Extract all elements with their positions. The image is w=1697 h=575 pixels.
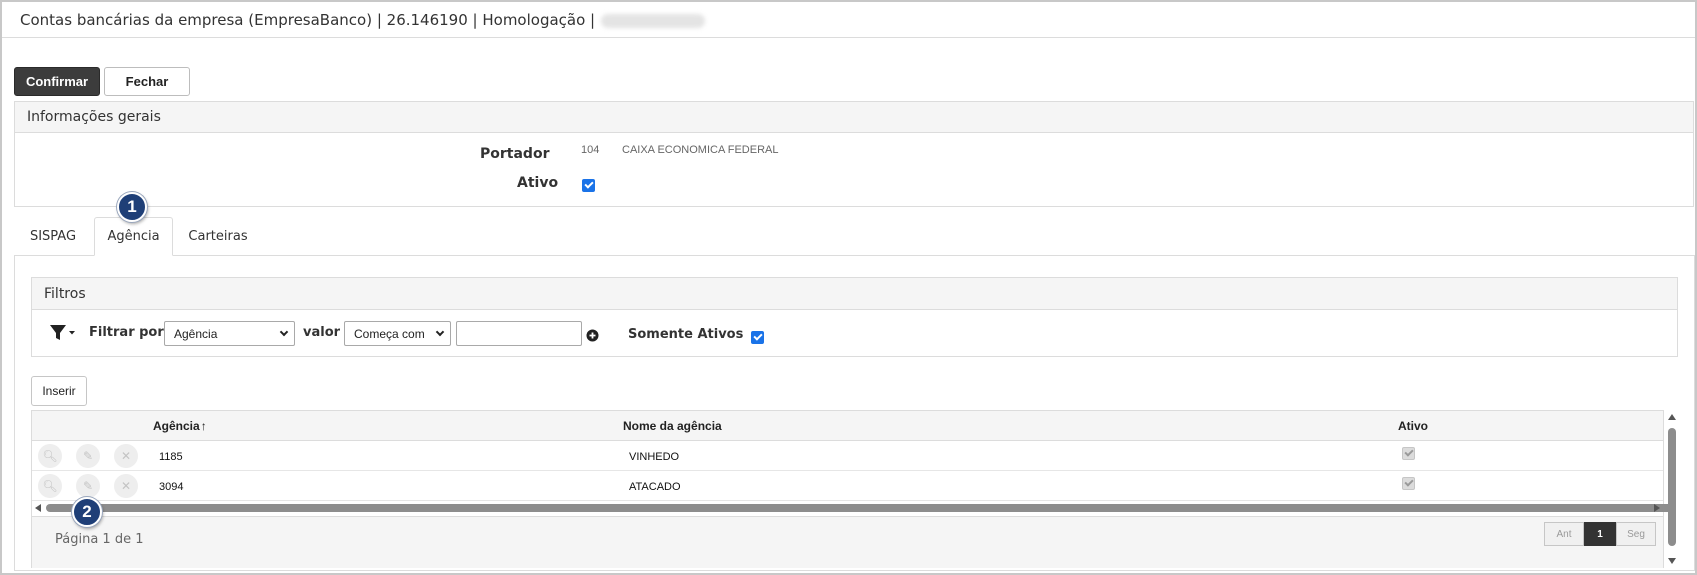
page-1-button[interactable]: 1: [1584, 522, 1616, 546]
scroll-up-icon[interactable]: [1668, 414, 1676, 420]
filter-by-value: Agência: [174, 326, 218, 341]
portador-label: Portador: [480, 146, 550, 162]
table-row[interactable]: 🔍︎ ✎ ✕ 1185 VINHEDO: [32, 441, 1663, 471]
horizontal-scroll-thumb[interactable]: [46, 504, 1673, 512]
edit-icon[interactable]: ✎: [76, 474, 100, 498]
grid-footer: Página 1 de 1: [32, 516, 1663, 568]
plus-circle-icon[interactable]: [586, 327, 599, 342]
cell-ativo-checkbox: [1402, 447, 1415, 460]
only-active-checkbox[interactable]: [751, 331, 764, 344]
horizontal-scrollbar[interactable]: [32, 501, 1673, 515]
column-header-agencia-label: Agência: [153, 419, 200, 433]
operator-value: Começa com: [354, 326, 425, 341]
scroll-left-icon[interactable]: [35, 504, 41, 512]
vertical-scroll-thumb[interactable]: [1668, 428, 1676, 546]
portador-name: CAIXA ECONOMICA FEDERAL: [622, 144, 779, 156]
cell-ativo-checkbox: [1402, 477, 1415, 490]
title-bar: Contas bancárias da empresa (EmpresaBanc…: [2, 2, 1695, 38]
filter-icon[interactable]: [49, 323, 77, 343]
edit-icon[interactable]: ✎: [76, 444, 100, 468]
close-button[interactable]: Fechar: [104, 67, 190, 96]
vertical-scrollbar[interactable]: [1664, 410, 1682, 568]
page-info: Página 1 de 1: [55, 532, 144, 547]
delete-icon[interactable]: ✕: [114, 444, 138, 468]
insert-button[interactable]: Inserir: [31, 376, 87, 406]
cell-agencia: 1185: [159, 451, 183, 463]
general-info-panel: Informações gerais: [14, 101, 1694, 207]
general-info-header: Informações gerais: [15, 102, 1693, 133]
scroll-down-icon[interactable]: [1668, 558, 1676, 564]
portador-code: 104: [581, 144, 600, 156]
next-page-button[interactable]: Seg: [1616, 522, 1656, 546]
cell-nome: ATACADO: [629, 481, 681, 493]
operator-select[interactable]: Começa com: [344, 321, 451, 346]
table-row[interactable]: 🔍︎ ✎ ✕ 3094 ATACADO: [32, 471, 1663, 501]
cell-nome: VINHEDO: [629, 451, 680, 463]
only-active-label: Somente Ativos: [628, 327, 744, 342]
annotation-badge-2: 2: [72, 497, 102, 527]
redacted-block: [601, 13, 706, 28]
filter-value-input[interactable]: [456, 321, 582, 346]
annotation-badge-1: 1: [117, 192, 147, 222]
window-title-text: Contas bancárias da empresa (EmpresaBanc…: [20, 11, 596, 29]
filter-by-select[interactable]: Agência: [164, 321, 295, 346]
filter-by-label: Filtrar por: [89, 325, 164, 340]
agency-grid: Agência↑ Nome da agência Ativo 🔍︎ ✎ ✕ 11…: [31, 410, 1673, 568]
sort-up-icon: ↑: [200, 419, 207, 433]
tab-sispag[interactable]: SISPAG: [20, 217, 86, 256]
pagination: Ant 1 Seg: [1544, 522, 1656, 546]
search-icon[interactable]: 🔍︎: [38, 474, 62, 498]
chevron-down-icon: [279, 327, 289, 337]
ativo-label: Ativo: [517, 175, 559, 191]
delete-icon[interactable]: ✕: [114, 474, 138, 498]
tab-carteiras[interactable]: Carteiras: [181, 217, 255, 256]
column-header-agencia[interactable]: Agência↑: [153, 419, 207, 433]
chevron-down-icon: [435, 327, 445, 337]
prev-page-button[interactable]: Ant: [1544, 522, 1584, 546]
ativo-checkbox[interactable]: [582, 179, 595, 192]
grid-header: Agência↑ Nome da agência Ativo: [32, 411, 1663, 441]
tab-agencia[interactable]: Agência: [94, 217, 173, 256]
column-header-ativo[interactable]: Ativo: [1398, 419, 1428, 433]
value-label: valor: [303, 325, 341, 340]
scroll-right-icon[interactable]: [1654, 504, 1660, 512]
search-icon[interactable]: 🔍︎: [38, 444, 62, 468]
cell-agencia: 3094: [159, 481, 184, 493]
column-header-nome[interactable]: Nome da agência: [623, 419, 722, 433]
confirm-button[interactable]: Confirmar: [14, 67, 100, 96]
filters-header: Filtros: [32, 278, 1677, 310]
window-title: Contas bancárias da empresa (EmpresaBanc…: [20, 11, 706, 29]
